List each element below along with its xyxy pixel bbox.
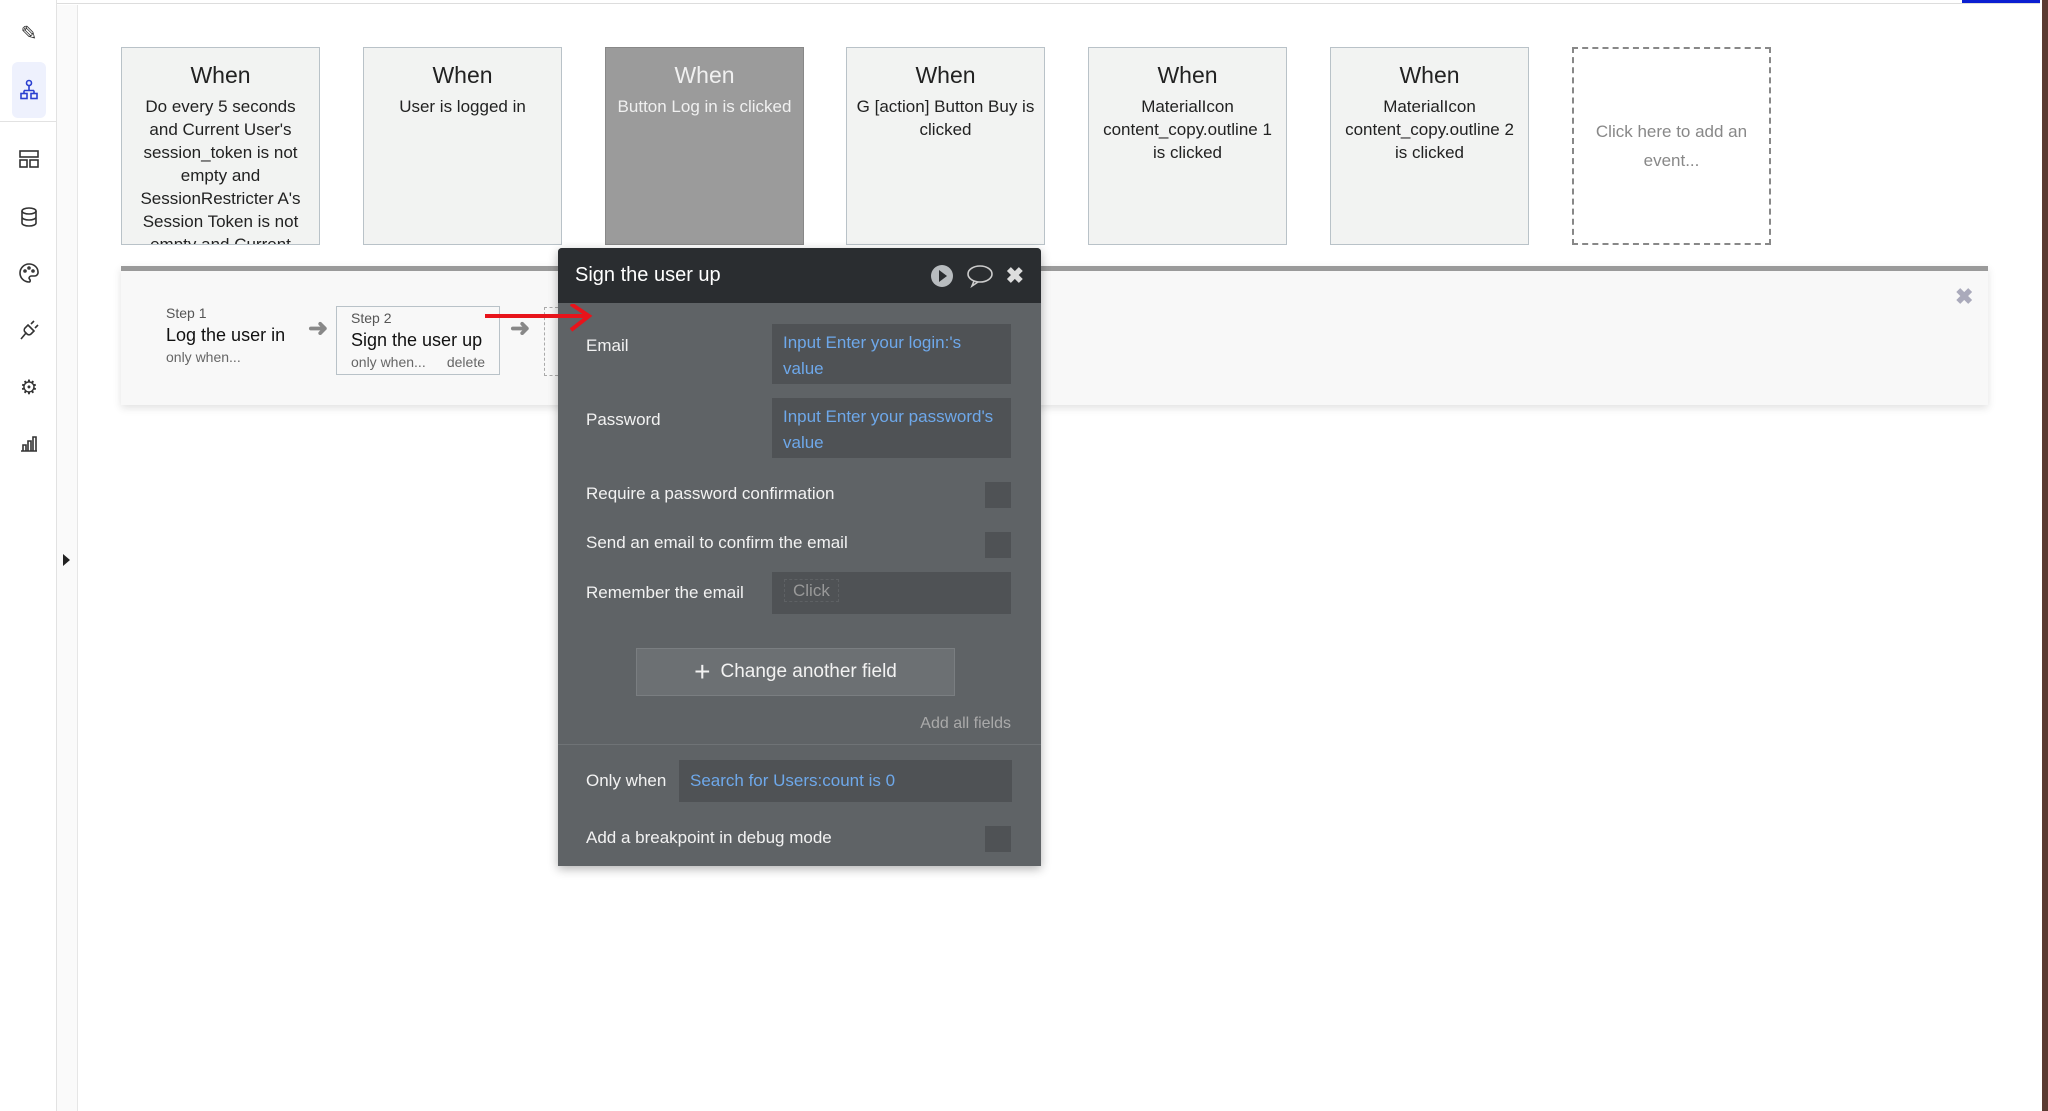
sidebar-divider (0, 121, 57, 122)
event-card[interactable]: When User is logged in (363, 47, 562, 245)
event-description: MaterialIcon content_copy.outline 2 is c… (1345, 97, 1514, 162)
event-card[interactable]: When G [action] Button Buy is clicked (846, 47, 1045, 245)
palette-icon[interactable] (12, 256, 46, 290)
window-edge (2042, 0, 2048, 1111)
event-when: When (1399, 62, 1460, 88)
only-when-label: Only when (586, 771, 667, 790)
event-description: Do every 5 seconds and Current User's se… (140, 97, 301, 245)
chart-icon[interactable] (12, 427, 46, 461)
require-confirmation-label: Require a password confirmation (586, 484, 835, 503)
event-description: Button Log in is clicked (617, 97, 792, 116)
step-title: Log the user in (166, 325, 286, 345)
divider (558, 744, 1041, 745)
remember-email-label: Remember the email (586, 583, 744, 602)
step-title: Sign the user up (351, 330, 483, 350)
password-field[interactable]: Input Enter your password's value (772, 398, 1011, 458)
popup-header: Sign the user up ✖ (558, 248, 1041, 303)
event-card[interactable]: When MaterialIcon content_copy.outline 1 … (1088, 47, 1287, 245)
event-card[interactable]: When MaterialIcon content_copy.outline 2 … (1330, 47, 1529, 245)
step-number: Step 1 (166, 305, 207, 321)
remember-email-field[interactable]: Click (772, 572, 1011, 614)
click-placeholder[interactable]: Click (784, 579, 839, 602)
event-card[interactable]: When Do every 5 seconds and Current User'… (121, 47, 320, 245)
change-field-label: Change another field (720, 661, 897, 682)
action-properties-popup: Sign the user up ✖ Email Input Enter you… (558, 248, 1041, 866)
password-label: Password (586, 410, 661, 429)
layout-icon[interactable] (12, 142, 46, 176)
gear-icon[interactable]: ⚙ (12, 370, 46, 404)
only-when-link[interactable]: only when... (166, 349, 285, 365)
breakpoint-checkbox[interactable] (985, 826, 1011, 852)
event-when: When (674, 62, 735, 88)
play-icon[interactable] (930, 264, 954, 288)
event-card[interactable]: When Button Log in is clicked (605, 47, 804, 245)
plus-icon: + (694, 656, 711, 687)
event-when: When (1157, 62, 1218, 88)
red-arrow-annotation (485, 304, 593, 332)
plug-icon[interactable] (12, 313, 46, 347)
database-icon[interactable] (12, 200, 46, 234)
add-all-fields-link[interactable]: Add all fields (920, 715, 1011, 733)
popup-title: Sign the user up (575, 264, 721, 286)
close-icon[interactable]: ✖ (1006, 263, 1024, 289)
require-confirmation-checkbox[interactable] (985, 482, 1011, 508)
close-workflow-icon[interactable]: ✖ (1955, 284, 1973, 310)
breakpoint-label: Add a breakpoint in debug mode (586, 828, 832, 847)
event-description: G [action] Button Buy is clicked (856, 97, 1035, 139)
step-1[interactable]: Step 1 Log the user in only when... (166, 305, 285, 365)
event-description: User is logged in (399, 97, 526, 116)
email-field[interactable]: Input Enter your login:'s value (772, 324, 1011, 384)
only-when-field[interactable]: Search for Users:count is 0 (679, 760, 1012, 802)
pencil-icon[interactable]: ✎ (12, 16, 46, 50)
step-number: Step 2 (351, 310, 392, 326)
email-label: Email (586, 336, 629, 355)
change-another-field-button[interactable]: + Change another field (636, 648, 955, 696)
event-when: When (190, 62, 251, 88)
top-accent (1962, 0, 2040, 3)
send-email-checkbox[interactable] (985, 532, 1011, 558)
delete-step-link[interactable]: delete (447, 354, 485, 370)
event-description: MaterialIcon content_copy.outline 1 is c… (1103, 97, 1272, 162)
expand-sidebar-icon[interactable] (63, 554, 70, 566)
top-border (0, 3, 2040, 4)
event-when: When (915, 62, 976, 88)
only-when-link[interactable]: only when... (351, 354, 426, 370)
step-2[interactable]: Step 2 Sign the user up only when... dele… (336, 306, 500, 375)
add-event-label: Click here to add an event... (1595, 122, 1748, 170)
event-when: When (432, 62, 493, 88)
sidebar: ✎ ⚙ (0, 0, 57, 1111)
arrow-right-icon: ➜ (308, 315, 329, 342)
comment-icon[interactable] (966, 264, 994, 288)
workflow-icon[interactable] (12, 62, 46, 118)
add-event-card[interactable]: Click here to add an event... (1572, 47, 1771, 245)
send-email-label: Send an email to confirm the email (586, 533, 848, 552)
